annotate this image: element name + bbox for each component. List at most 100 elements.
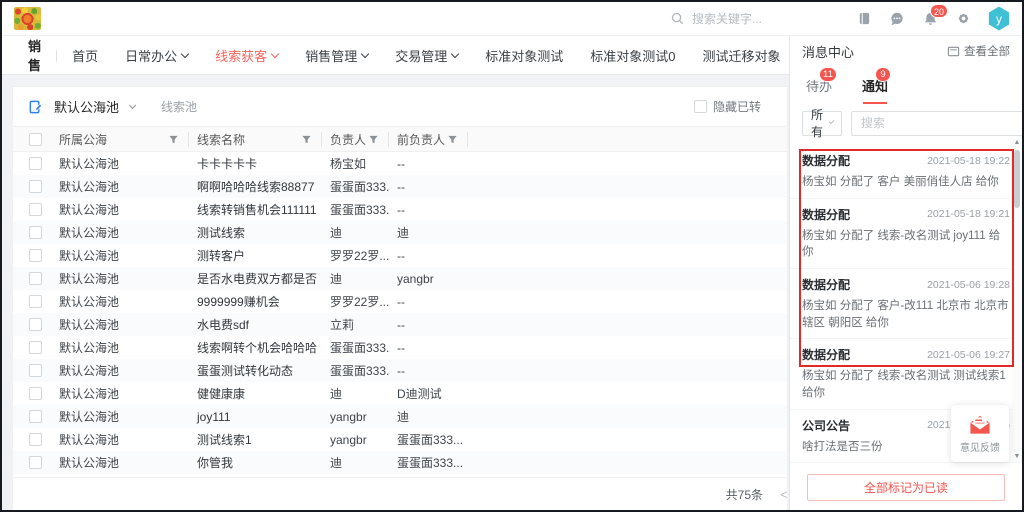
- pool-selector[interactable]: 默认公海池: [54, 97, 135, 116]
- search-icon: [671, 12, 684, 25]
- select-all-checkbox[interactable]: [29, 133, 42, 146]
- prev-page-button[interactable]: <: [775, 487, 787, 502]
- nav-item-label: 首页: [72, 46, 98, 65]
- row-checkbox[interactable]: [29, 364, 42, 377]
- row-checkbox-cell: [13, 249, 59, 262]
- row-checkbox[interactable]: [29, 272, 42, 285]
- row-checkbox[interactable]: [29, 387, 42, 400]
- table-row[interactable]: 默认公海池 啊啊哈哈哈线索88877 蛋蛋面333... --: [13, 175, 787, 198]
- cell-lead-name[interactable]: 卡卡卡卡卡: [189, 155, 322, 172]
- table-row[interactable]: 默认公海池 测转客户 罗罗22罗... --: [13, 244, 787, 267]
- filter-funnel-icon[interactable]: [447, 134, 458, 145]
- cell-pool: 默认公海池: [59, 385, 189, 402]
- nav-item-label: 测试迁移对象: [702, 46, 780, 65]
- table-row[interactable]: 默认公海池 卡卡卡卡卡 杨宝如 --: [13, 152, 787, 175]
- nav-item[interactable]: 测试迁移对象: [702, 46, 780, 65]
- column-header[interactable]: 所属公海: [59, 132, 189, 147]
- cell-lead-name[interactable]: 测试线索1: [189, 431, 322, 448]
- feedback-widget[interactable]: 意见反馈: [951, 405, 1009, 462]
- mark-all-read-button[interactable]: 全部标记为已读: [807, 474, 1005, 501]
- row-checkbox-cell: [13, 364, 59, 377]
- panel-scrollbar[interactable]: ▲ ▼: [1012, 138, 1022, 462]
- row-checkbox[interactable]: [29, 157, 42, 170]
- cell-previous-owner: --: [389, 249, 468, 263]
- bell-icon[interactable]: 20: [922, 11, 938, 27]
- cell-lead-name[interactable]: 线索转销售机会111111: [189, 201, 322, 218]
- column-header[interactable]: 前负责人: [389, 132, 468, 147]
- panel-search-input[interactable]: [859, 115, 1018, 131]
- nav-item[interactable]: 首页: [72, 46, 98, 65]
- category-select[interactable]: 所有: [802, 111, 842, 136]
- nav-item[interactable]: 销售管理: [305, 46, 368, 65]
- cell-lead-name[interactable]: 水电费sdf: [189, 316, 322, 333]
- table-row[interactable]: 默认公海池 测试线索 迪 迪: [13, 221, 787, 244]
- nav-item[interactable]: 线索获客: [215, 46, 278, 65]
- table-row[interactable]: 默认公海池 joy111 yangbr 迪: [13, 405, 787, 428]
- table-row[interactable]: 默认公海池 测试线索1 yangbr 蛋蛋面333...: [13, 428, 787, 451]
- view-all-button[interactable]: 查看全部: [947, 43, 1010, 59]
- column-header[interactable]: 线索名称: [189, 132, 322, 147]
- cell-lead-name[interactable]: 健健康康: [189, 385, 322, 402]
- cell-lead-name[interactable]: 测试线索: [189, 224, 322, 241]
- header-checkbox-cell: [13, 132, 59, 147]
- cell-lead-name[interactable]: 蛋蛋测试转化动态: [189, 362, 322, 379]
- nav-item[interactable]: 标准对象测试0: [590, 46, 675, 65]
- filter-funnel-icon[interactable]: [301, 134, 312, 145]
- cell-lead-name[interactable]: 9999999赚机会: [189, 293, 322, 310]
- chevron-down-icon: [271, 49, 279, 57]
- cell-lead-name[interactable]: 啊啊哈哈哈线索88877: [189, 178, 322, 195]
- nav-item[interactable]: 交易管理: [395, 46, 458, 65]
- row-checkbox[interactable]: [29, 433, 42, 446]
- scrollbar-thumb[interactable]: [1014, 150, 1020, 208]
- cell-lead-name[interactable]: 你管我: [189, 454, 322, 471]
- panel-tab[interactable]: 通知 9: [862, 76, 888, 95]
- panel-tabs: 待办 11 通知 9: [790, 66, 1022, 104]
- table-row[interactable]: 默认公海池 是否水电费双方都是否 迪 yangbr: [13, 267, 787, 290]
- row-checkbox[interactable]: [29, 456, 42, 469]
- hide-converted-checkbox[interactable]: 隐藏已转: [694, 98, 780, 115]
- nav-item[interactable]: 标准对象测试: [485, 46, 563, 65]
- filter-funnel-icon[interactable]: [368, 134, 379, 145]
- panel-search[interactable]: [851, 111, 1024, 136]
- cell-lead-name[interactable]: 测转客户: [189, 247, 322, 264]
- nav-item-label: 标准对象测试: [485, 46, 563, 65]
- chat-icon[interactable]: [889, 11, 905, 27]
- nav-item[interactable]: 日常办公: [125, 46, 188, 65]
- table-row[interactable]: 默认公海池 线索啊转个机会哈哈哈 蛋蛋面333... --: [13, 336, 787, 359]
- row-checkbox[interactable]: [29, 318, 42, 331]
- row-checkbox[interactable]: [29, 203, 42, 216]
- row-checkbox[interactable]: [29, 295, 42, 308]
- scroll-down-icon[interactable]: ▼: [1014, 452, 1021, 462]
- avatar[interactable]: y: [988, 7, 1010, 31]
- tab-lead-pool[interactable]: 线索池: [161, 98, 197, 115]
- notification-item[interactable]: 数据分配 2021-05-18 19:22 杨宝如 分配了 客户 美丽俏佳人店 …: [790, 145, 1022, 199]
- company-logo[interactable]: [14, 7, 41, 30]
- row-checkbox[interactable]: [29, 180, 42, 193]
- table-row[interactable]: 默认公海池 蛋蛋测试转化动态 蛋蛋面333... --: [13, 359, 787, 382]
- table-row[interactable]: 默认公海池 9999999赚机会 罗罗22罗... --: [13, 290, 787, 313]
- global-search[interactable]: [671, 11, 800, 27]
- gear-icon[interactable]: [955, 11, 971, 27]
- table-row[interactable]: 默认公海池 水电费sdf 立莉 --: [13, 313, 787, 336]
- table-row[interactable]: 默认公海池 健健康康 迪 D迪测试: [13, 382, 787, 405]
- row-checkbox[interactable]: [29, 410, 42, 423]
- cell-lead-name[interactable]: 线索啊转个机会哈哈哈: [189, 339, 322, 356]
- notification-item[interactable]: 数据分配 2021-05-06 19:27 杨宝如 分配了 线索-改名测试 测试…: [790, 339, 1022, 409]
- checkbox-icon[interactable]: [694, 100, 707, 113]
- table-row[interactable]: 默认公海池 线索转销售机会111111 蛋蛋面333... --: [13, 198, 787, 221]
- scroll-up-icon[interactable]: ▲: [1014, 138, 1021, 148]
- notification-item[interactable]: 数据分配 2021-05-18 19:21 杨宝如 分配了 线索-改名测试 jo…: [790, 199, 1022, 269]
- column-header[interactable]: 负责人: [322, 132, 389, 147]
- cell-lead-name[interactable]: joy111: [189, 410, 322, 424]
- panel-tab[interactable]: 待办 11: [806, 76, 832, 95]
- notification-item[interactable]: 数据分配 2021-05-06 19:28 杨宝如 分配了 客户-改111 北京…: [790, 269, 1022, 339]
- row-checkbox[interactable]: [29, 341, 42, 354]
- table-row[interactable]: 默认公海池 你管我 迪 蛋蛋面333...: [13, 451, 787, 474]
- global-search-input[interactable]: [690, 11, 800, 27]
- row-checkbox[interactable]: [29, 226, 42, 239]
- cell-lead-name[interactable]: 是否水电费双方都是否: [189, 270, 322, 287]
- app-window: 20 y 销售 | 首页 日常办公 线索获客 销售管理 交易管理 标准对: [0, 0, 1024, 512]
- notebook-icon[interactable]: [856, 11, 872, 27]
- row-checkbox[interactable]: [29, 249, 42, 262]
- filter-funnel-icon[interactable]: [168, 134, 179, 145]
